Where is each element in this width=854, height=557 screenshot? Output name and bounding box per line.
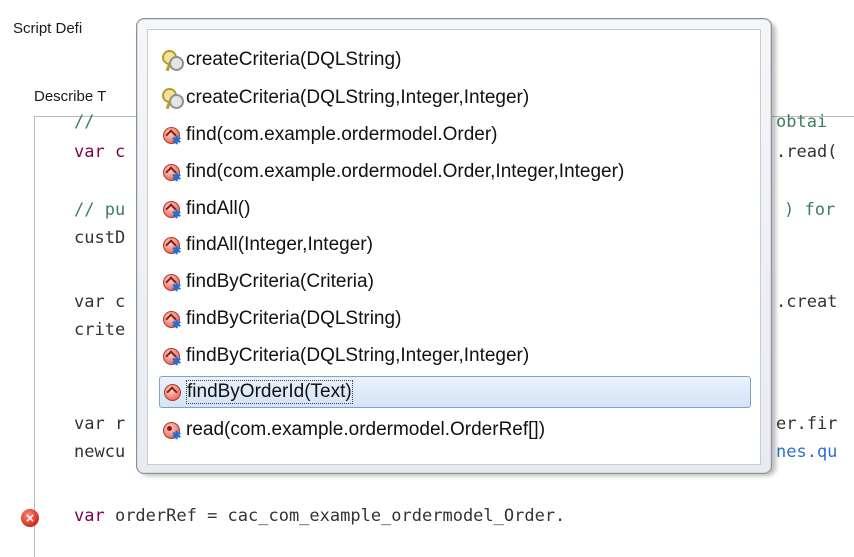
static-private-method-icon: ✱ (161, 420, 182, 441)
content-assist-popup[interactable]: createCriteria(DQLString) createCriteria… (136, 18, 772, 474)
completion-label: findByCriteria(Criteria) (186, 271, 374, 292)
completion-list[interactable]: createCriteria(DQLString) createCriteria… (147, 29, 761, 465)
completion-item[interactable]: ✱ findAll() (161, 194, 250, 224)
completion-item[interactable]: ✱ find(com.example.ordermodel.Order,Inte… (161, 157, 624, 187)
completion-item[interactable]: createCriteria(DQLString) (161, 45, 401, 75)
code-line[interactable]: newcu (74, 442, 125, 462)
code-fragment-left: var r (74, 414, 126, 434)
completion-item-selected[interactable]: findByOrderId(Text) (159, 376, 751, 408)
code-line-comment[interactable]: // (74, 112, 105, 132)
static-method-icon: ✱ (161, 272, 182, 293)
template-keys-icon (161, 49, 184, 71)
template-keys-icon (161, 87, 184, 109)
completion-item[interactable]: ✱ read(com.example.ordermodel.OrderRef[]… (161, 415, 545, 445)
code-fragment-right: obtai (776, 112, 828, 132)
code-fragment-right: ) for (784, 200, 836, 220)
completion-label: createCriteria(DQLString) (186, 49, 402, 70)
code-line-error[interactable]: var orderRef = cac_com_example_ordermode… (74, 506, 565, 526)
code-fragment-left: var c (74, 142, 126, 162)
static-method-icon: ✱ (161, 235, 182, 256)
static-method-icon: ✱ (161, 125, 182, 146)
static-method-icon: ✱ (161, 309, 182, 330)
code-fragment-left: // pu (74, 200, 126, 220)
code-fragment-right: .read( (776, 142, 838, 162)
completion-label: findByCriteria(DQLString,Integer,Integer… (186, 345, 530, 366)
completion-label: createCriteria(DQLString,Integer,Integer… (186, 87, 530, 108)
code-fragment-left: newcu (74, 442, 126, 462)
code-fragment-right: nes.qu (776, 442, 838, 462)
code-line[interactable]: var r (74, 414, 125, 434)
code-fragment-left: crite (74, 320, 126, 340)
completion-label: findByCriteria(DQLString) (186, 308, 402, 329)
completion-label: find(com.example.ordermodel.Order,Intege… (186, 161, 625, 182)
completion-label: read(com.example.ordermodel.OrderRef[]) (186, 419, 546, 440)
code-fragment-left: var c (74, 292, 126, 312)
static-method-icon: ✱ (161, 162, 182, 183)
code-line[interactable]: crite (74, 320, 125, 340)
completion-item[interactable]: ✱ findByCriteria(DQLString) (161, 304, 401, 334)
section-title: Script Defi (13, 20, 83, 37)
completion-item[interactable]: ✱ findByCriteria(DQLString,Integer,Integ… (161, 341, 529, 371)
static-method-icon: ✱ (161, 199, 182, 220)
method-icon (162, 382, 183, 403)
subsection-title: Describe T (34, 88, 107, 105)
code-fragment-right: .creat (776, 292, 838, 312)
completion-item[interactable]: ✱ findAll(Integer,Integer) (161, 230, 373, 260)
code-fragment-left: // (74, 112, 105, 132)
completion-item[interactable]: createCriteria(DQLString,Integer,Integer… (161, 83, 529, 113)
completion-item[interactable]: ✱ find(com.example.ordermodel.Order) (161, 120, 498, 150)
error-line-text: orderRef = cac_com_example_ordermodel_Or… (104, 506, 566, 526)
completion-label: findAll(Integer,Integer) (186, 234, 373, 255)
code-line[interactable]: var c (74, 142, 125, 162)
code-line-comment[interactable]: // pu (74, 200, 125, 220)
keyword-var: var (74, 506, 105, 526)
completion-label: findAll() (186, 198, 251, 219)
code-line[interactable]: var c (74, 292, 125, 312)
code-line[interactable]: custD (74, 228, 125, 248)
error-icon[interactable]: × (21, 509, 39, 527)
completion-label: find(com.example.ordermodel.Order) (186, 124, 498, 145)
code-fragment-left: custD (74, 228, 126, 248)
static-method-icon: ✱ (161, 346, 182, 367)
completion-label: findByOrderId(Text) (186, 380, 353, 404)
code-fragment-right: er.fir (776, 414, 838, 434)
completion-item[interactable]: ✱ findByCriteria(Criteria) (161, 267, 374, 297)
